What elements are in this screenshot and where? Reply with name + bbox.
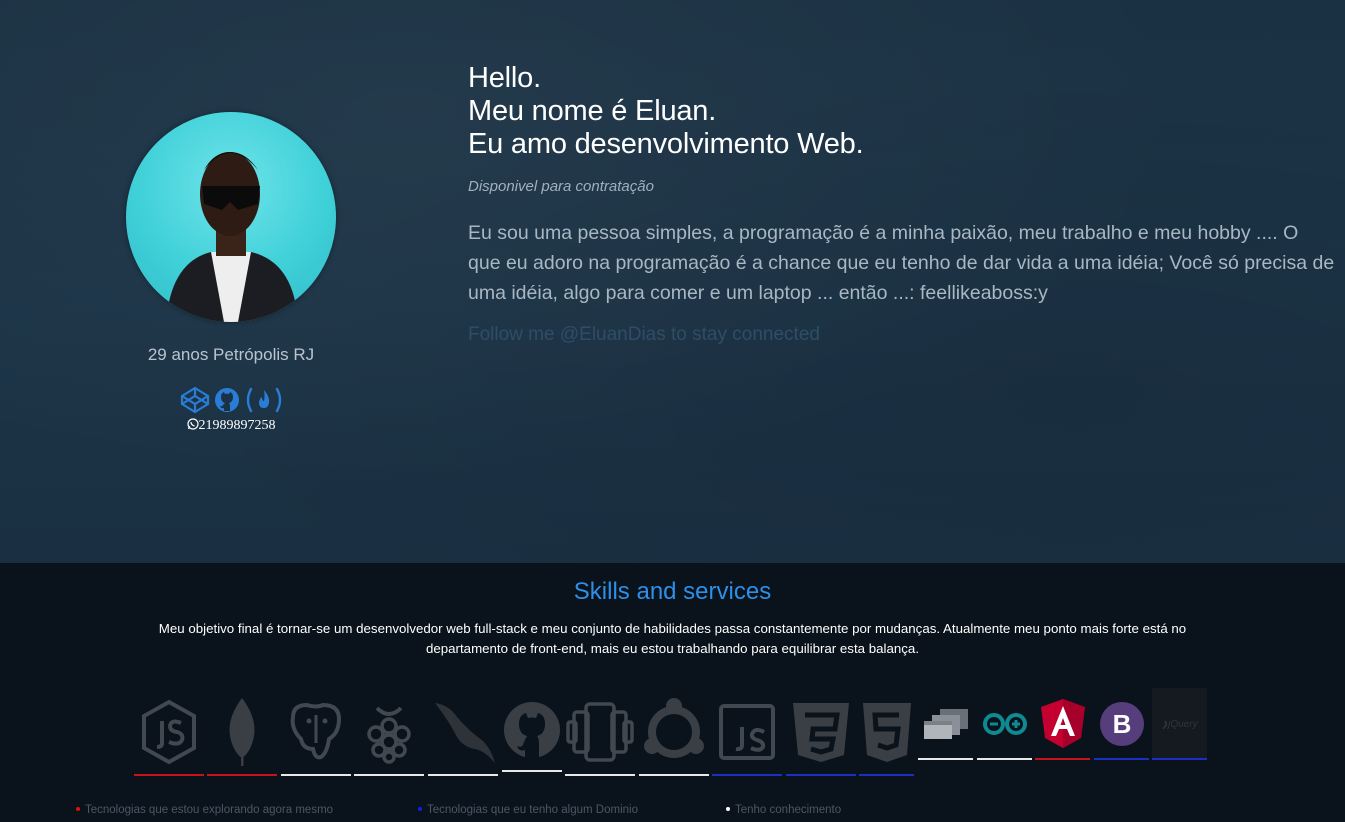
raspberry-pi-icon bbox=[354, 688, 424, 776]
nodejs-icon bbox=[134, 688, 204, 776]
age-location: 29 anos Petrópolis RJ bbox=[147, 345, 315, 364]
html5-icon bbox=[859, 688, 914, 776]
svg-text:B: B bbox=[1112, 709, 1131, 739]
phone-number: 21989897258 bbox=[126, 418, 336, 435]
github-icon[interactable] bbox=[212, 386, 242, 414]
arduino-icon bbox=[977, 688, 1032, 760]
phonegap-icon bbox=[565, 688, 635, 776]
jquery-icon: ❱jQuery bbox=[1152, 688, 1207, 760]
legend-domain: Tecnologias que eu tenho algum Dominio bbox=[418, 804, 638, 816]
mongodb-icon bbox=[207, 688, 277, 776]
bootstrap-icon: B bbox=[1094, 688, 1149, 760]
headline-line-3: Eu amo desenvolvimento Web. bbox=[468, 128, 864, 160]
whatsapp-icon bbox=[186, 418, 199, 435]
skills-title: Skills and services bbox=[573, 578, 772, 605]
freecodecamp-icon[interactable] bbox=[244, 386, 282, 414]
ubuntu-icon bbox=[639, 688, 709, 776]
codepen-icon[interactable] bbox=[180, 386, 210, 414]
skills-description: Meu objetivo final é tornar-se um desenv… bbox=[158, 621, 1187, 656]
mysql-icon bbox=[428, 688, 498, 776]
legend-dot-blue bbox=[418, 806, 422, 811]
follow-link[interactable]: Follow me @EluanDias to stay connected bbox=[468, 324, 820, 346]
phone-text: 21989897258 bbox=[198, 418, 276, 433]
css3-icon bbox=[786, 688, 856, 776]
angular-icon bbox=[1035, 688, 1090, 760]
social-links bbox=[180, 386, 282, 414]
availability-text: Disponivel para contratação bbox=[468, 178, 654, 195]
javascript-icon bbox=[712, 688, 782, 776]
windows-forms-icon bbox=[918, 688, 973, 760]
legend-knowledge: Tenho conhecimento bbox=[726, 804, 841, 816]
legend-dot-red bbox=[76, 806, 80, 811]
headline-line-2: Meu nome é Eluan. bbox=[468, 95, 717, 127]
bio-text: Eu sou uma pessoa simples, a programação… bbox=[468, 222, 1335, 304]
headline: Hello. Meu nome é Eluan. Eu amo desenvol… bbox=[468, 62, 1328, 161]
avatar bbox=[126, 112, 336, 322]
postgresql-icon bbox=[281, 688, 351, 776]
technology-list: B ❱jQuery bbox=[0, 688, 1345, 780]
legend-exploring: Tecnologias que estou explorando agora m… bbox=[76, 804, 333, 816]
jquery-logo: ❱jQuery bbox=[1161, 718, 1198, 730]
legend-dot-white bbox=[726, 806, 730, 811]
github-icon bbox=[502, 688, 562, 772]
headline-line-1: Hello. bbox=[468, 62, 541, 94]
